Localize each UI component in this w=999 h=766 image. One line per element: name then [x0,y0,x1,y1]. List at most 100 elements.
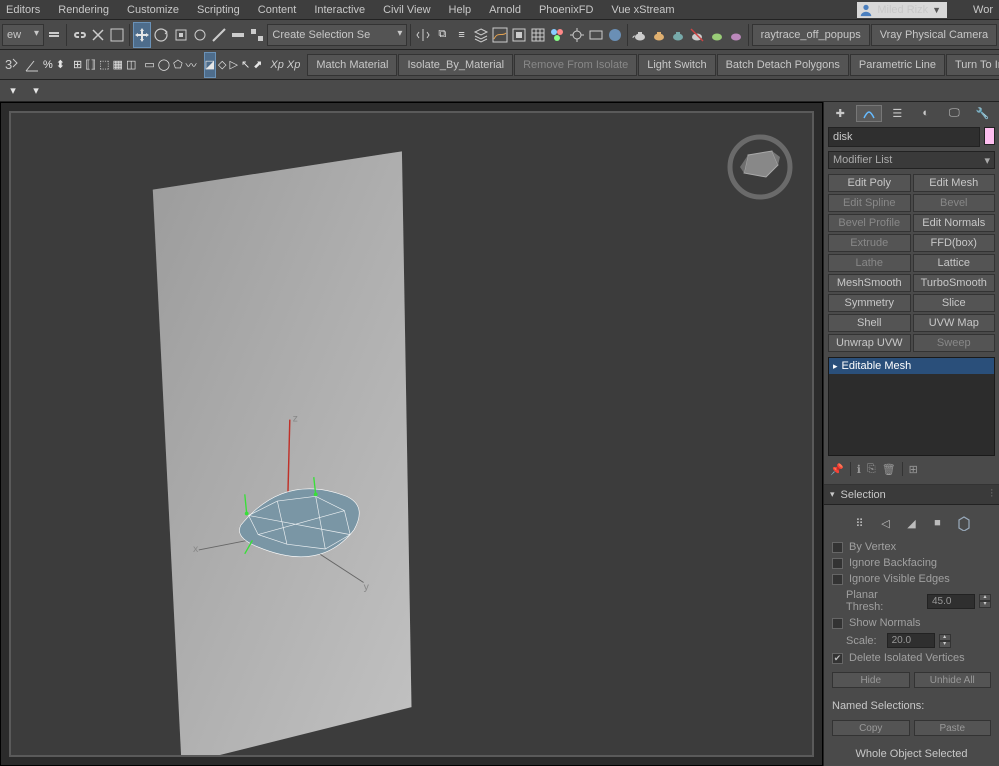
make-unique-icon[interactable]: ⎘ [867,463,876,476]
sel-region-fence-icon[interactable]: ⬠ [172,52,184,78]
icon-a[interactable]: ⬚ [98,52,110,78]
angle-snap-icon[interactable] [23,52,41,78]
select-rotate-icon[interactable] [152,22,170,48]
teapot-icon-1[interactable] [631,22,649,48]
menu-customize[interactable]: Customize [127,4,179,16]
icon-b[interactable]: ▦ [112,52,124,78]
select-move-icon[interactable] [133,22,151,48]
tool-icon-5[interactable] [248,22,266,48]
view-dropdown[interactable]: ew [2,24,44,46]
unhide-all-button[interactable]: Unhide All [914,672,992,688]
vertex-subobj-icon[interactable]: ⠿ [852,515,868,531]
render-setup-icon[interactable] [568,22,586,48]
select-scale-icon[interactable] [171,22,189,48]
dropdown-arrow-icon[interactable] [45,22,63,48]
icon-c[interactable]: ◫ [125,52,137,78]
btn-edit-normals[interactable]: Edit Normals [913,214,996,232]
menu-civilview[interactable]: Civil View [383,4,430,16]
menu-scripting[interactable]: Scripting [197,4,240,16]
render-frame-icon[interactable] [587,22,605,48]
sel-region-rect-icon[interactable]: ▭ [143,52,155,78]
element-subobj-icon[interactable] [956,515,972,531]
tab-modify-icon[interactable] [856,105,883,122]
tool-icon-2[interactable] [191,22,209,48]
btn-uvw-map[interactable]: UVW Map [913,314,996,332]
color-swatch[interactable] [984,127,995,145]
small-icon-2[interactable]: ▾ [25,81,47,101]
menu-editors[interactable]: Editors [6,4,40,16]
align-icon[interactable]: ⧉ [433,22,451,48]
btn-unwrap-uvw[interactable]: Unwrap UVW [828,334,911,352]
modifier-stack[interactable]: ▸ Editable Mesh [828,357,995,456]
copy-button[interactable]: Copy [832,720,910,736]
match-material-button[interactable]: Match Material [307,54,397,76]
menu-interactive[interactable]: Interactive [314,4,365,16]
rollout-grip-icon[interactable]: ⫶ [990,488,993,501]
btn-meshsmooth[interactable]: MeshSmooth [828,274,911,292]
sel-brackets-icon[interactable]: ⟦⟧ [84,52,97,78]
viewcube[interactable] [720,125,800,205]
btn-lattice[interactable]: Lattice [913,254,996,272]
spinner-snap-icon[interactable]: ⬍ [55,52,66,78]
btn-symmetry[interactable]: Symmetry [828,294,911,312]
remove-mod-icon[interactable]: 🗑 [882,463,896,476]
window-crossing-icon[interactable]: ◪ [204,52,216,78]
edged-faces-icon[interactable]: ⊞ [72,52,83,78]
render-icon[interactable] [606,22,624,48]
pin-icon[interactable]: 📌 [830,463,844,476]
material-editor-icon[interactable] [548,22,566,48]
viewport-inner[interactable]: z x y [9,111,814,757]
scale-spinner[interactable]: ▴▾ [939,634,951,648]
user-chip[interactable]: Miled Rizk ▼ [857,2,947,18]
tool-i2[interactable]: ▷ [229,52,239,78]
sel-region-lasso-icon[interactable]: 〰 [185,52,198,78]
create-selection-dropdown[interactable]: Create Selection Se [267,24,407,46]
menu-vuexstream[interactable]: Vue xStream [611,4,674,16]
stack-item-editable-mesh[interactable]: ▸ Editable Mesh [829,358,994,374]
hide-button[interactable]: Hide [832,672,910,688]
tab-hierarchy-icon[interactable]: ☰ [884,105,911,122]
vray-cam-button[interactable]: Vray Physical Camera [871,24,997,46]
tab-display-icon[interactable]: 🖵 [941,105,968,122]
object-name-input[interactable] [828,127,980,147]
tool-icon-3[interactable] [210,22,228,48]
menu-help[interactable]: Help [449,4,472,16]
edge-subobj-icon[interactable]: ◁ [878,515,894,531]
percent-snap-icon[interactable]: % [42,52,54,78]
btn-ffd-box[interactable]: FFD(box) [913,234,996,252]
teapot-icon-5[interactable] [708,22,726,48]
small-icon-1[interactable]: ▾ [2,81,24,101]
tab-utilities-icon[interactable]: 🔧 [970,105,997,122]
teapot-icon-6[interactable] [727,22,745,48]
tool-icon-1[interactable] [108,22,126,48]
delete-iso-checkbox[interactable]: ✔Delete Isolated Vertices [832,652,991,664]
teapot-icon-4[interactable] [688,22,706,48]
tool-icon-6[interactable]: ≡ [452,22,470,48]
modifier-list-dropdown[interactable]: Modifier List [828,151,995,170]
sel-region-circ-icon[interactable]: ◯ [157,52,171,78]
batch-detach-button[interactable]: Batch Detach Polygons [717,54,849,76]
ignore-visible-checkbox[interactable]: Ignore Visible Edges [832,573,991,585]
planar-spinner[interactable]: ▴▾ [979,594,991,608]
grid-icon[interactable] [529,22,547,48]
axis-x-icon[interactable]: Xp [269,52,284,78]
curve-editor-icon[interactable] [491,22,509,48]
menu-phoenixfd[interactable]: PhoenixFD [539,4,593,16]
viewport[interactable]: z x y [0,102,823,766]
tool-i1[interactable]: ◇ [217,52,227,78]
axis-y-icon[interactable]: Xp [286,52,301,78]
selection-header[interactable]: ▾ Selection ⫶ [824,485,999,505]
btn-edit-mesh[interactable]: Edit Mesh [913,174,996,192]
face-subobj-icon[interactable]: ◢ [904,515,920,531]
btn-slice[interactable]: Slice [913,294,996,312]
isolate-material-button[interactable]: Isolate_By_Material [398,54,513,76]
unlink-icon[interactable] [89,22,107,48]
menu-content[interactable]: Content [258,4,297,16]
ignore-backfacing-checkbox[interactable]: Ignore Backfacing [832,557,991,569]
tab-motion-icon[interactable]: ◐ [913,105,940,122]
teapot-icon-2[interactable] [650,22,668,48]
menu-rendering[interactable]: Rendering [58,4,109,16]
snap-toggle-icon[interactable]: 3 [2,52,22,78]
show-normals-checkbox[interactable]: Show Normals [832,617,991,629]
tool-i3[interactable]: ⬈ [252,52,263,78]
